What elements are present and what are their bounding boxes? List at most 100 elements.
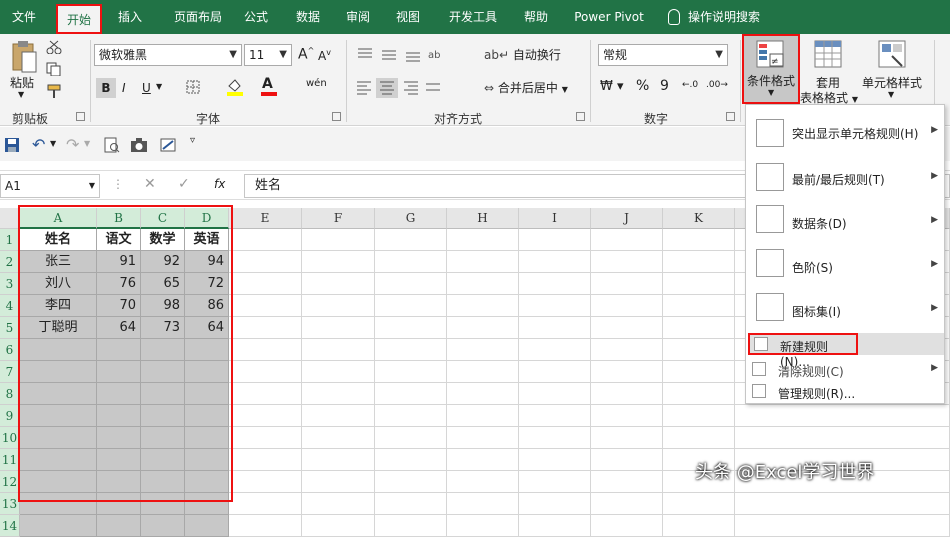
- empty-cell[interactable]: [591, 273, 663, 295]
- menu-item-manage-rules[interactable]: 管理规则(R)...: [746, 381, 944, 403]
- empty-cell[interactable]: [375, 295, 447, 317]
- empty-cell[interactable]: [663, 273, 735, 295]
- row-header[interactable]: 6: [0, 339, 20, 361]
- empty-cell[interactable]: [447, 339, 519, 361]
- empty-cell[interactable]: [447, 251, 519, 273]
- fill-color-icon[interactable]: [226, 78, 244, 96]
- borders-icon[interactable]: [186, 80, 200, 94]
- empty-cell[interactable]: [375, 251, 447, 273]
- empty-cell[interactable]: [302, 295, 375, 317]
- empty-cell[interactable]: [375, 317, 447, 339]
- empty-cell[interactable]: [375, 515, 447, 537]
- empty-cell[interactable]: [591, 251, 663, 273]
- empty-cell[interactable]: [519, 383, 591, 405]
- empty-cell[interactable]: [447, 405, 519, 427]
- vertical-align-icons[interactable]: ab: [356, 46, 442, 62]
- empty-cell[interactable]: [375, 229, 447, 251]
- tab-home[interactable]: 开始: [56, 4, 102, 34]
- empty-cell[interactable]: [229, 295, 302, 317]
- empty-cell[interactable]: [663, 493, 735, 515]
- underline-button[interactable]: U: [142, 78, 151, 98]
- row-header[interactable]: 13: [0, 493, 20, 515]
- row-header[interactable]: 9: [0, 405, 20, 427]
- paste-icon[interactable]: [10, 40, 38, 74]
- camera-icon[interactable]: [130, 137, 148, 153]
- empty-cell[interactable]: [375, 427, 447, 449]
- tab-view[interactable]: 视图: [388, 0, 428, 34]
- menu-item-highlight-rules[interactable]: 突出显示单元格规则(H) ▶: [746, 113, 944, 153]
- empty-cell[interactable]: [519, 493, 591, 515]
- conditional-formatting-button[interactable]: ≠ 条件格式 ▼: [742, 34, 800, 104]
- tab-file[interactable]: 文件: [0, 0, 48, 34]
- empty-cell[interactable]: [663, 295, 735, 317]
- empty-cell[interactable]: [663, 251, 735, 273]
- row-header[interactable]: 7: [0, 361, 20, 383]
- tab-data[interactable]: 数据: [288, 0, 328, 34]
- increase-font-icon[interactable]: A^: [298, 46, 314, 63]
- number-format-select[interactable]: 常规 ▼: [598, 44, 728, 66]
- decrease-decimal-icon[interactable]: .00→: [706, 80, 728, 90]
- empty-cell[interactable]: [663, 383, 735, 405]
- menu-item-data-bars[interactable]: 数据条(D) ▶: [746, 201, 944, 241]
- empty-cell[interactable]: [519, 361, 591, 383]
- empty-cell[interactable]: [447, 383, 519, 405]
- empty-cell[interactable]: [229, 251, 302, 273]
- empty-cell[interactable]: [375, 493, 447, 515]
- row-header[interactable]: 1: [0, 229, 20, 251]
- currency-icon[interactable]: ₩ ▾: [600, 79, 624, 94]
- name-box[interactable]: A1 ▼: [0, 174, 100, 198]
- menu-item-color-scales[interactable]: 色阶(S) ▶: [746, 245, 944, 285]
- empty-cell[interactable]: [663, 317, 735, 339]
- empty-cell[interactable]: [229, 405, 302, 427]
- empty-cell[interactable]: [519, 251, 591, 273]
- empty-cell[interactable]: [519, 295, 591, 317]
- row-header[interactable]: 8: [0, 383, 20, 405]
- paste-button[interactable]: 粘贴: [10, 74, 34, 91]
- empty-cell[interactable]: [735, 493, 950, 515]
- tab-help[interactable]: 帮助: [516, 0, 556, 34]
- empty-cell[interactable]: [663, 427, 735, 449]
- empty-cell[interactable]: [302, 317, 375, 339]
- cell-styles-icon[interactable]: [878, 40, 908, 70]
- tab-power-pivot[interactable]: Power Pivot: [566, 0, 652, 34]
- tab-review[interactable]: 审阅: [338, 0, 378, 34]
- empty-cell[interactable]: [663, 515, 735, 537]
- menu-item-icon-sets[interactable]: 图标集(I) ▶: [746, 289, 944, 329]
- empty-cell[interactable]: [591, 295, 663, 317]
- empty-cell[interactable]: [229, 361, 302, 383]
- cell-styles-button[interactable]: 单元格样式: [862, 74, 922, 91]
- wrap-text-button[interactable]: ab↵ 自动换行: [484, 46, 561, 63]
- empty-cell[interactable]: [591, 427, 663, 449]
- empty-cell[interactable]: [447, 471, 519, 493]
- percent-button[interactable]: %: [636, 78, 649, 94]
- empty-cell[interactable]: [663, 361, 735, 383]
- row-header[interactable]: 14: [0, 515, 20, 537]
- empty-cell[interactable]: [447, 317, 519, 339]
- empty-cell[interactable]: [519, 515, 591, 537]
- redo-dropdown-icon[interactable]: ▼: [84, 139, 90, 148]
- empty-cell[interactable]: [447, 493, 519, 515]
- phonetic-icon[interactable]: wén: [306, 78, 327, 89]
- empty-cell[interactable]: [229, 273, 302, 295]
- empty-cell[interactable]: [229, 229, 302, 251]
- font-color-icon[interactable]: A: [262, 76, 273, 92]
- empty-cell[interactable]: [735, 515, 950, 537]
- empty-cell[interactable]: [519, 471, 591, 493]
- empty-cell[interactable]: [663, 229, 735, 251]
- empty-cell[interactable]: [302, 339, 375, 361]
- empty-cell[interactable]: [302, 515, 375, 537]
- clipboard-launcher-icon[interactable]: [76, 112, 85, 121]
- empty-cell[interactable]: [229, 449, 302, 471]
- menu-item-top-bottom-rules[interactable]: 最前/最后规则(T) ▶: [746, 157, 944, 197]
- empty-cell[interactable]: [141, 515, 185, 537]
- font-launcher-icon[interactable]: [332, 112, 341, 121]
- column-header-g[interactable]: G: [375, 208, 447, 229]
- empty-cell[interactable]: [375, 449, 447, 471]
- empty-cell[interactable]: [375, 471, 447, 493]
- empty-cell[interactable]: [229, 471, 302, 493]
- empty-cell[interactable]: [447, 361, 519, 383]
- empty-cell[interactable]: [302, 449, 375, 471]
- redo-icon[interactable]: ↷: [66, 135, 79, 154]
- empty-cell[interactable]: [229, 515, 302, 537]
- empty-cell[interactable]: [229, 493, 302, 515]
